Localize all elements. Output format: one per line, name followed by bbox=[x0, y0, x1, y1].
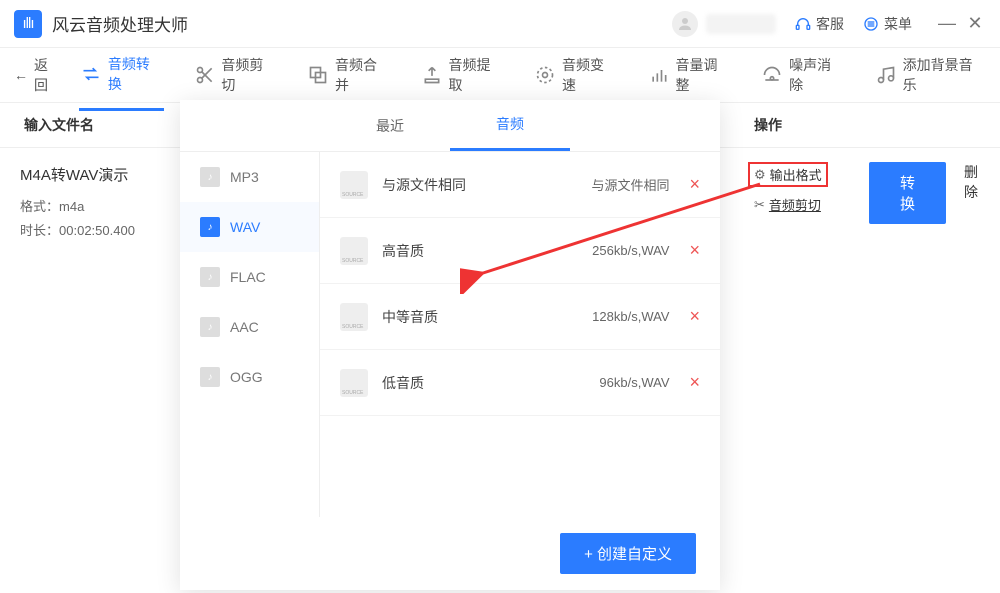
volume-icon bbox=[648, 64, 669, 86]
remove-quality-icon[interactable]: × bbox=[689, 372, 700, 393]
app-logo: ıllı bbox=[14, 10, 42, 38]
remove-quality-icon[interactable]: × bbox=[689, 240, 700, 261]
source-file-icon bbox=[340, 369, 368, 397]
tab-audio-convert[interactable]: 音频转换 bbox=[79, 40, 165, 111]
format-flac[interactable]: ♪FLAC bbox=[180, 252, 319, 302]
tab-add-bgm[interactable]: 添加背景音乐 bbox=[873, 41, 986, 109]
source-file-icon bbox=[340, 171, 368, 199]
output-format-chip[interactable]: ⚙ 输出格式 bbox=[748, 162, 828, 187]
convert-button[interactable]: 转换 bbox=[869, 162, 946, 224]
back-label: 返回 bbox=[34, 55, 61, 95]
menu-label: 菜单 bbox=[884, 14, 912, 34]
quality-row[interactable]: 低音质 96kb/s,WAV × bbox=[320, 350, 720, 416]
minimize-button[interactable]: — bbox=[936, 13, 958, 34]
customer-service-link[interactable]: 客服 bbox=[794, 14, 844, 34]
file-icon: ♪ bbox=[200, 267, 220, 287]
tab-audio-extract[interactable]: 音频提取 bbox=[419, 41, 505, 109]
source-file-icon bbox=[340, 303, 368, 331]
tab-audio-cut[interactable]: 音频剪切 bbox=[192, 41, 278, 109]
create-custom-button[interactable]: + 创建自定义 bbox=[560, 533, 696, 574]
user-avatar[interactable] bbox=[672, 11, 698, 37]
tab-volume-adjust[interactable]: 音量调整 bbox=[646, 41, 732, 109]
quality-row[interactable]: 高音质 256kb/s,WAV × bbox=[320, 218, 720, 284]
tab-audio-speed[interactable]: 音频变速 bbox=[533, 41, 619, 109]
menu-link[interactable]: 菜单 bbox=[862, 14, 912, 34]
panel-tab-audio[interactable]: 音频 bbox=[450, 100, 570, 151]
back-arrow-icon: ← bbox=[14, 67, 28, 83]
music-icon bbox=[875, 64, 896, 86]
format-aac[interactable]: ♪AAC bbox=[180, 302, 319, 352]
user-name-blurred bbox=[706, 14, 776, 34]
file-icon: ♪ bbox=[200, 367, 220, 387]
back-button[interactable]: ← 返回 bbox=[14, 55, 61, 95]
gear-icon: ⚙ bbox=[754, 167, 766, 183]
scissors-icon bbox=[194, 64, 215, 86]
file-icon: ♪ bbox=[200, 167, 220, 187]
source-file-icon bbox=[340, 237, 368, 265]
format-ogg[interactable]: ♪OGG bbox=[180, 352, 319, 402]
extract-icon bbox=[421, 64, 442, 86]
customer-service-label: 客服 bbox=[816, 14, 844, 34]
tab-audio-merge[interactable]: 音频合并 bbox=[306, 41, 392, 109]
scissors-small-icon: ✂ bbox=[754, 197, 765, 213]
speed-icon bbox=[535, 64, 556, 86]
quality-list: 与源文件相同 与源文件相同 × 高音质 256kb/s,WAV × 中等音质 1… bbox=[320, 152, 720, 517]
headset-icon bbox=[794, 15, 812, 33]
convert-icon bbox=[81, 63, 102, 85]
panel-tab-recent[interactable]: 最近 bbox=[330, 102, 450, 150]
menu-icon bbox=[862, 15, 880, 33]
close-button[interactable]: ✕ bbox=[964, 13, 986, 34]
delete-link[interactable]: 删除 bbox=[964, 162, 980, 202]
tab-noise-remove[interactable]: 噪声消除 bbox=[760, 41, 846, 109]
app-title: 风云音频处理大师 bbox=[52, 11, 188, 36]
column-header-ops: 操作 bbox=[746, 115, 976, 135]
format-mp3[interactable]: ♪MP3 bbox=[180, 152, 319, 202]
quality-row[interactable]: 与源文件相同 与源文件相同 × bbox=[320, 152, 720, 218]
merge-icon bbox=[308, 64, 329, 86]
file-icon: ♪ bbox=[200, 217, 220, 237]
format-wav[interactable]: ♪WAV bbox=[180, 202, 319, 252]
file-icon: ♪ bbox=[200, 317, 220, 337]
quality-row[interactable]: 中等音质 128kb/s,WAV × bbox=[320, 284, 720, 350]
remove-quality-icon[interactable]: × bbox=[689, 306, 700, 327]
remove-quality-icon[interactable]: × bbox=[689, 174, 700, 195]
format-panel: 最近 音频 ♪MP3 ♪WAV ♪FLAC ♪AAC ♪OGG 与源文件相同 与… bbox=[180, 100, 720, 590]
audio-cut-chip[interactable]: ✂ 音频剪切 bbox=[748, 193, 827, 216]
noise-icon bbox=[762, 64, 783, 86]
